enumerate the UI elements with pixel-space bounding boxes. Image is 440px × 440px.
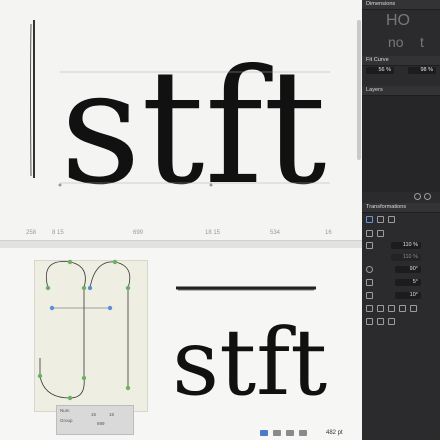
transform-flip-row [366,230,436,237]
scale-icon[interactable] [366,242,373,249]
slant-field-1[interactable]: 5° [395,279,421,286]
align-vcenter-icon[interactable] [410,305,417,312]
metric-2: 8 15 [52,230,64,236]
dimensions-preview: HO no t [368,12,434,54]
inspector-left[interactable]: 15 [91,412,96,417]
dim-preview-3: t [420,34,424,50]
scale-field-2[interactable]: 110 % [391,254,421,261]
grid-icon[interactable] [299,430,307,436]
layers-header[interactable]: Layers [362,86,440,96]
rotate-field[interactable]: 90° [395,266,421,273]
flip-horizontal-icon[interactable] [366,230,373,237]
inspector-label-b: Group [60,418,73,423]
inspector-right[interactable]: 15 [109,412,114,417]
transform-align-row [366,216,436,223]
upper-glyphs: stft [30,20,330,220]
inspector-value[interactable]: 699 [97,421,105,426]
transform-scale-row-2: 110 % [366,254,436,261]
align-icon[interactable] [273,430,281,436]
transform-rotate-row: 90° [366,266,436,273]
transform-slant-row: 5° [366,279,436,286]
vertical-scrollbar[interactable] [357,20,361,160]
layer-options-icon[interactable] [424,193,431,200]
metric-4: 18 15 [205,230,221,236]
boolean-buttons-row [366,318,436,325]
inspector-label-a: Num [60,408,70,413]
align-buttons-row [366,305,436,312]
lower-preview-view[interactable]: stft [0,248,362,440]
scale-field[interactable]: 110 % [391,242,421,249]
align-hcenter-icon[interactable] [377,305,384,312]
fit-curve-header[interactable]: Fit Curve [362,56,440,66]
slant-vertical-icon[interactable] [366,292,373,299]
rotate-icon[interactable] [366,266,373,273]
bottom-toolbar: 482 pt [260,428,343,438]
intersect-icon[interactable] [388,318,395,325]
transform-slant-row-2: 10° [366,292,436,299]
align-top-icon[interactable] [399,305,406,312]
slant-field-2[interactable]: 10° [395,292,421,299]
subtract-icon[interactable] [377,318,384,325]
align-center-icon[interactable] [377,216,384,223]
metric-5: 534 [270,230,281,236]
upper-word-text: stft [60,36,327,220]
transformations-header[interactable]: Transformations [362,203,440,213]
outline-glyph[interactable]: stft [0,248,362,440]
align-grid-icon[interactable] [366,216,373,223]
upper-edit-view[interactable]: stft 258 8 15 699 18 15 534 16 [0,0,362,240]
dim-preview-1: HO [386,12,410,29]
dim-preview-2: no [388,34,404,50]
zoom-level[interactable]: 482 pt [326,430,343,436]
node-inspector[interactable]: Num Group 15 15 699 [56,405,134,435]
glyph-canvas[interactable]: stft 258 8 15 699 18 15 534 16 stft Num … [0,0,362,440]
metric-3: 699 [133,230,144,236]
layers-footer [414,193,431,200]
metric-1: 258 [26,230,37,236]
distribute-icon[interactable] [388,216,395,223]
add-layer-icon[interactable] [414,193,421,200]
fit-curve-row: 56 % 98 % [366,67,436,74]
fit-curve-min[interactable]: 56 % [366,67,394,74]
view-mode-icon[interactable] [260,430,268,436]
lower-word-text: stft [172,309,327,416]
fit-curve-max[interactable]: 98 % [408,67,436,74]
dimensions-header[interactable]: Dimensions [362,0,440,10]
union-icon[interactable] [366,318,373,325]
align-left-icon[interactable] [366,305,373,312]
align-right-icon[interactable] [388,305,395,312]
text-icon[interactable] [286,430,294,436]
metric-6: 16 [325,230,332,236]
slant-icon[interactable] [366,279,373,286]
flip-vertical-icon[interactable] [377,230,384,237]
right-panel: Dimensions HO no t Fit Curve 56 % 98 % L… [362,0,440,440]
transform-scale-row: 110 % [366,242,436,249]
layers-list[interactable] [362,96,440,192]
